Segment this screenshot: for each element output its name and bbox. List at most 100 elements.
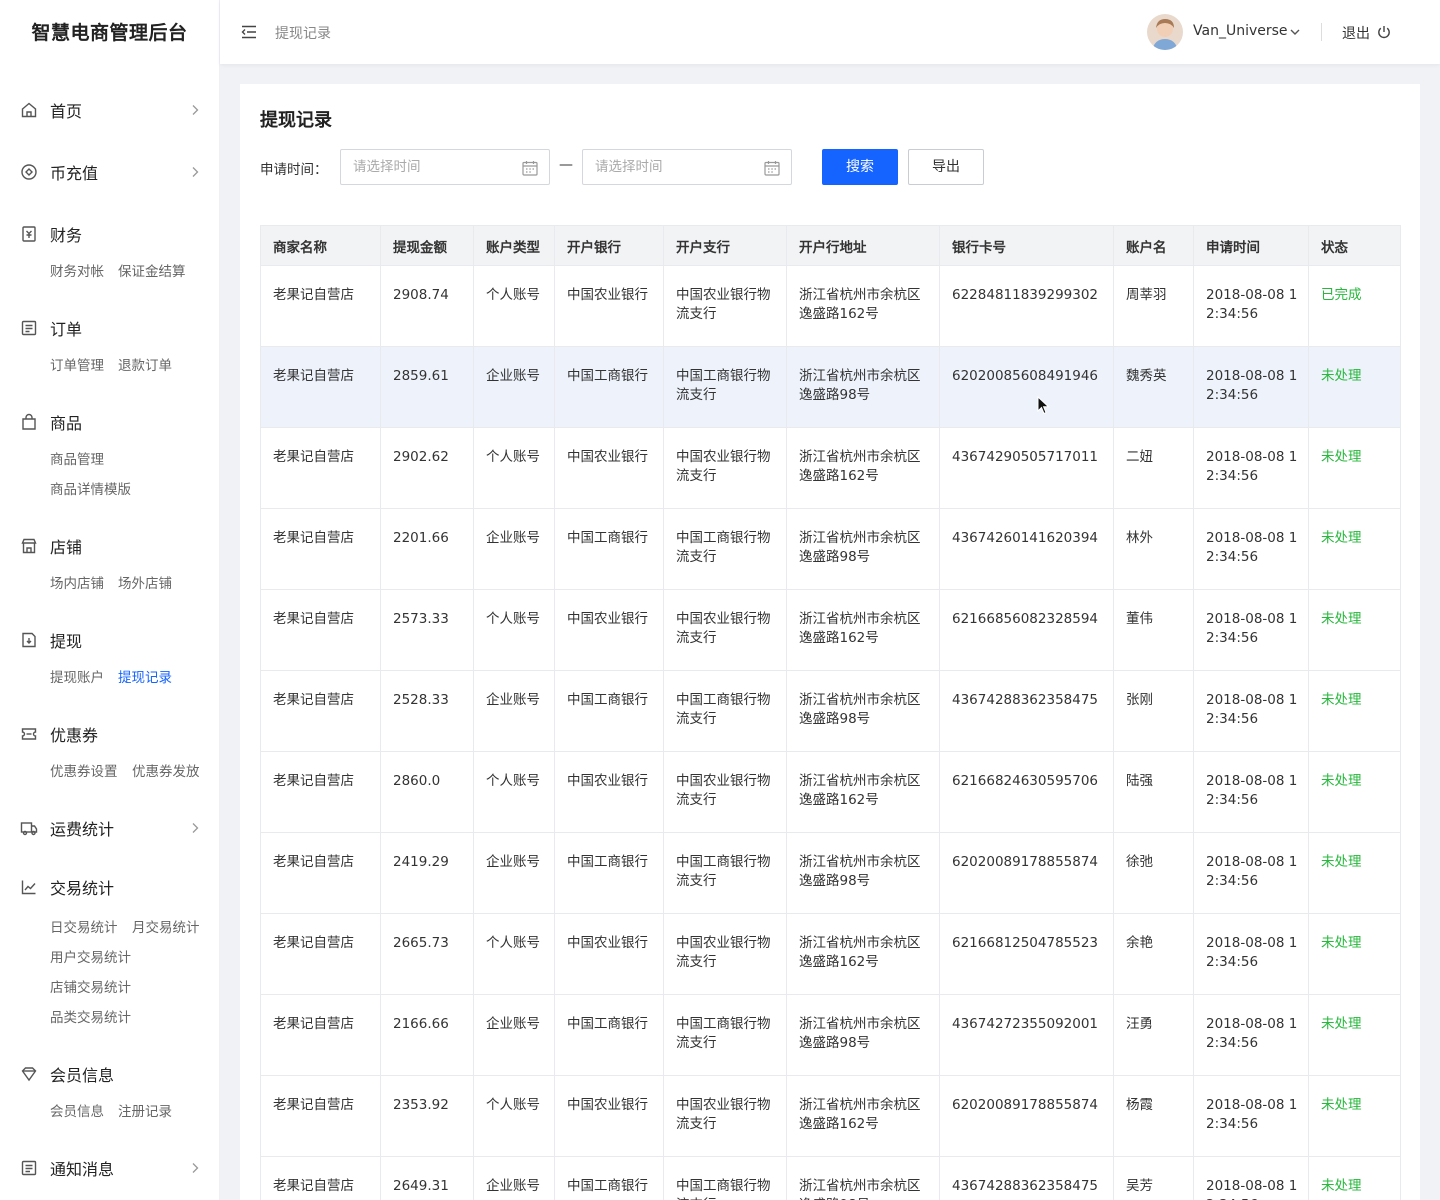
sidebar-sub-member-info[interactable]: 会员信息 <box>50 1100 104 1120</box>
power-icon[interactable] <box>1376 24 1392 40</box>
sidebar-sub-user-trade[interactable]: 用户交易统计 <box>50 946 131 966</box>
status-cell: 未处理 <box>1308 1075 1401 1157</box>
table-row[interactable]: 老果记自营店 2419.29 企业账号 中国工商银行 中国工商银行物流支行 浙江省杭州市余… <box>260 832 1401 914</box>
table-cell: 中国工商银行 <box>554 1156 664 1200</box>
sidebar-sub-outer-store[interactable]: 场外店铺 <box>118 572 172 592</box>
table-row[interactable]: 老果记自营店 2528.33 企业账号 中国工商银行 中国工商银行物流支行 浙江省杭州市余… <box>260 670 1401 752</box>
sidebar-group-order[interactable]: 订单 <box>0 316 219 340</box>
avatar[interactable] <box>1147 14 1183 50</box>
finance-icon <box>20 225 38 243</box>
table-row[interactable]: 老果记自营店 2908.74 个人账号 中国农业银行 中国农业银行物流支行 浙江省杭州市余… <box>260 265 1401 347</box>
sidebar-item-coin-recharge[interactable]: 币充值 <box>0 160 219 184</box>
sidebar-sub-refund-orders[interactable]: 退款订单 <box>118 354 172 374</box>
truck-icon <box>20 819 38 837</box>
sidebar-item-home[interactable]: 首页 <box>0 98 219 122</box>
sidebar-sub-coupon-issue[interactable]: 优惠券发放 <box>132 760 200 780</box>
table-cell: 中国工商银行物流支行 <box>663 994 787 1076</box>
table-cell: 浙江省杭州市余杭区逸盛路162号 <box>786 265 940 347</box>
sidebar-group-trade-stats[interactable]: 交易统计 <box>0 875 219 899</box>
table-cell: 浙江省杭州市余杭区逸盛路162号 <box>786 427 940 509</box>
table-cell: 62020089178855874 <box>939 832 1114 914</box>
table-cell: 2528.33 <box>380 670 474 752</box>
table-cell: 中国农业银行物流支行 <box>663 913 787 995</box>
main-card: 提现记录 申请时间： — 搜索 导出 商家名称 提现金额 账户类型 开户银行 开… <box>240 84 1420 1200</box>
sidebar-group-store[interactable]: 店铺 <box>0 534 219 558</box>
table-row[interactable]: 老果记自营店 2665.73 个人账号 中国农业银行 中国农业银行物流支行 浙江省杭州市余… <box>260 913 1401 995</box>
sidebar-item-notifications[interactable]: 通知消息 <box>0 1156 219 1180</box>
sidebar-group-withdraw[interactable]: 提现 <box>0 628 219 652</box>
end-date-picker[interactable] <box>582 149 792 185</box>
sidebar-sub-coupon-settings[interactable]: 优惠券设置 <box>50 760 118 780</box>
sidebar-group-goods[interactable]: 商品 <box>0 410 219 434</box>
chevron-down-icon[interactable] <box>1289 26 1301 38</box>
column-header: 状态 <box>1308 225 1401 266</box>
sidebar-sub-store-trade[interactable]: 店铺交易统计 <box>50 976 131 996</box>
sidebar-sub-order-manage[interactable]: 订单管理 <box>50 354 104 374</box>
table-cell: 2860.0 <box>380 751 474 833</box>
table-cell: 二妞 <box>1113 427 1194 509</box>
table-cell: 吴芳 <box>1113 1156 1194 1200</box>
table-row[interactable]: 老果记自营店 2859.61 企业账号 中国工商银行 中国工商银行物流支行 浙江省杭州市余… <box>260 346 1401 428</box>
sidebar-group-coupon[interactable]: 优惠券 <box>0 722 219 746</box>
end-date-input[interactable] <box>583 150 791 184</box>
table-row[interactable]: 老果记自营店 2860.0 个人账号 中国农业银行 中国农业银行物流支行 浙江省杭州市余杭… <box>260 751 1401 833</box>
sidebar-sub-withdraw-account[interactable]: 提现账户 <box>50 666 104 686</box>
start-date-picker[interactable] <box>340 149 550 185</box>
sidebar-sub-monthly-trade[interactable]: 月交易统计 <box>132 916 200 936</box>
table-row[interactable]: 老果记自营店 2166.66 企业账号 中国工商银行 中国工商银行物流支行 浙江省杭州市余… <box>260 994 1401 1076</box>
sidebar-group-finance[interactable]: 财务 <box>0 222 219 246</box>
sidebar-sub-daily-trade[interactable]: 日交易统计 <box>50 916 118 936</box>
menu-fold-icon[interactable] <box>240 23 258 41</box>
order-icon <box>20 319 38 337</box>
status-cell: 未处理 <box>1308 994 1401 1076</box>
sidebar-item-freight-stats[interactable]: 运费统计 <box>0 816 219 840</box>
sidebar-sub-inner-store[interactable]: 场内店铺 <box>50 572 104 592</box>
status-cell: 未处理 <box>1308 832 1401 914</box>
username[interactable]: Van_Universe <box>1193 23 1288 39</box>
status-cell: 未处理 <box>1308 589 1401 671</box>
sidebar-sub-finance-reconcile[interactable]: 财务对帐 <box>50 260 104 280</box>
column-header: 银行卡号 <box>939 225 1114 266</box>
export-button[interactable]: 导出 <box>908 149 984 185</box>
sidebar: 智慧电商管理后台 首页 币充值 财务 财务对帐 保证金结算 订单 订单管理 退款… <box>0 0 220 1200</box>
table-cell: 张刚 <box>1113 670 1194 752</box>
table-cell: 2419.29 <box>380 832 474 914</box>
withdraw-icon <box>20 631 38 649</box>
sidebar-item-label: 财务 <box>50 226 83 245</box>
column-header: 提现金额 <box>380 225 474 266</box>
table-row[interactable]: 老果记自营店2649.31企业账号中国工商银行中国工商银行物流支行浙江省杭州市余… <box>260 1156 1401 1200</box>
table-row[interactable]: 老果记自营店 2353.92 个人账号 中国农业银行 中国农业银行物流支行 浙江省杭州市余… <box>260 1075 1401 1157</box>
message-icon <box>20 1159 38 1177</box>
table-cell: 董伟 <box>1113 589 1194 671</box>
sidebar-sub-category-trade[interactable]: 品类交易统计 <box>50 1006 131 1026</box>
start-date-input[interactable] <box>341 150 549 184</box>
logout-button[interactable]: 退出 <box>1342 23 1370 43</box>
sidebar-sub-withdraw-records[interactable]: 提现记录 <box>118 666 172 686</box>
sidebar-sub-deposit-settlement[interactable]: 保证金结算 <box>118 260 186 280</box>
column-header: 开户支行 <box>663 225 787 266</box>
sidebar-group-member[interactable]: 会员信息 <box>0 1062 219 1086</box>
table-cell: 中国工商银行 <box>554 832 664 914</box>
table-cell: 中国农业银行物流支行 <box>663 265 787 347</box>
table-cell: 企业账号 <box>473 832 555 914</box>
column-header: 商家名称 <box>260 225 381 266</box>
sidebar-sub-goods-template[interactable]: 商品详情模版 <box>50 478 131 498</box>
table-cell: 2018-08-08 12:34:56 <box>1193 670 1309 752</box>
table-cell: 企业账号 <box>473 670 555 752</box>
coupon-icon <box>20 725 38 743</box>
breadcrumb: 提现记录 <box>275 26 331 42</box>
table-cell: 企业账号 <box>473 508 555 590</box>
table-row[interactable]: 老果记自营店 2573.33 个人账号 中国农业银行 中国农业银行物流支行 浙江省杭州市余… <box>260 589 1401 671</box>
sidebar-sub-goods-manage[interactable]: 商品管理 <box>50 448 104 468</box>
search-button[interactable]: 搜索 <box>822 149 898 185</box>
status-cell: 未处理 <box>1308 670 1401 752</box>
table-cell: 62166812504785523 <box>939 913 1114 995</box>
table-header-row: 商家名称 提现金额 账户类型 开户银行 开户支行 开户行地址 银行卡号 账户名 … <box>260 225 1401 266</box>
table-row[interactable]: 老果记自营店 2902.62 个人账号 中国农业银行 中国农业银行物流支行 浙江省杭州市余… <box>260 427 1401 509</box>
sidebar-sub-register-records[interactable]: 注册记录 <box>118 1100 172 1120</box>
table-row[interactable]: 老果记自营店 2201.66 企业账号 中国工商银行 中国工商银行物流支行 浙江省杭州市余… <box>260 508 1401 590</box>
sidebar-item-label: 订单 <box>50 320 83 339</box>
table-cell: 企业账号 <box>473 346 555 428</box>
table-cell: 2018-08-08 12:34:56 <box>1193 1156 1309 1200</box>
table-cell: 老果记自营店 <box>260 1075 381 1157</box>
